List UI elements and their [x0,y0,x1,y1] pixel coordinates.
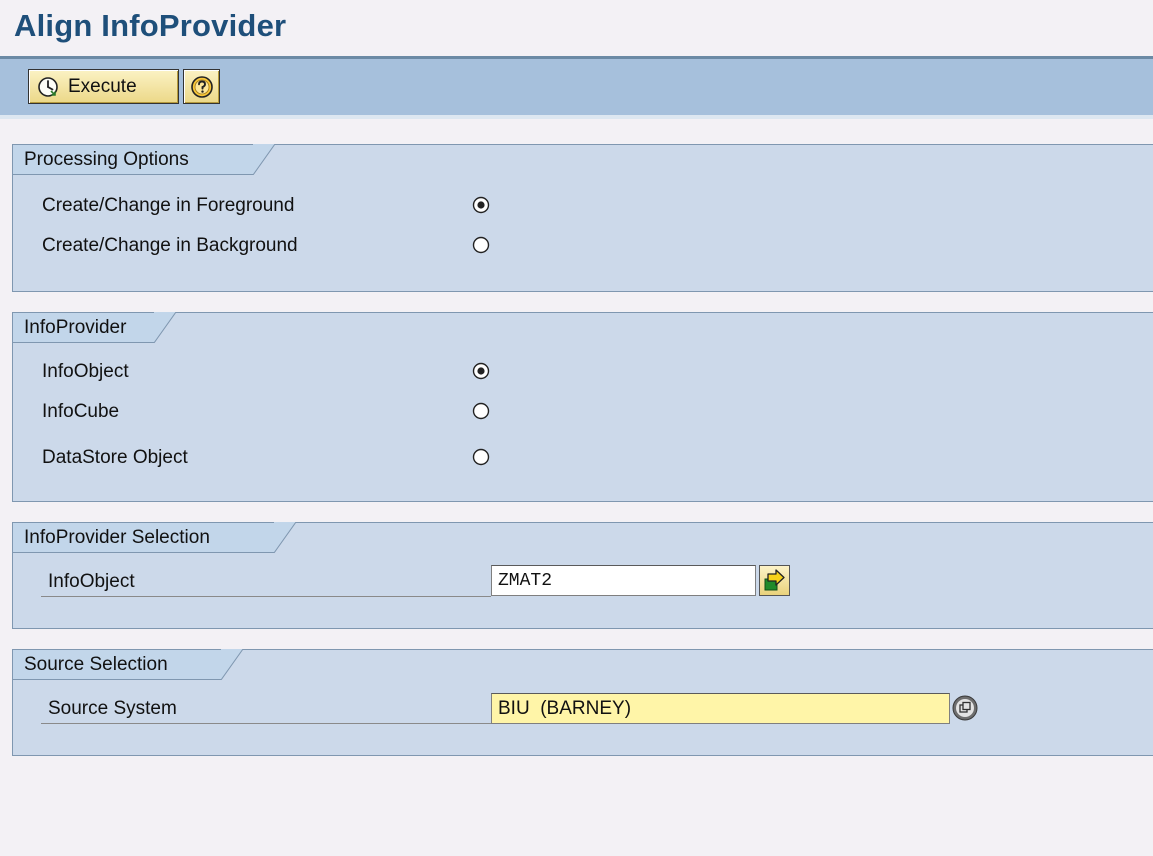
source-system-field-label: Source System [48,698,177,719]
source-selection-group-title: Source Selection [13,649,243,680]
execute-button-label: Execute [68,75,137,97]
radio-infocube[interactable] [472,402,490,420]
processing-options-group-title: Processing Options [13,144,275,175]
infoprovider-group-title: InfoProvider [13,312,176,343]
processing-options-title-text: Processing Options [24,148,189,170]
infoobject-navigate-button[interactable] [759,565,790,596]
infoprovider-selection-group: InfoProvider Selection InfoObject [12,522,1153,629]
radio-background[interactable] [472,236,490,254]
execute-clock-icon [37,76,59,98]
infoobject-field-label-row: InfoObject [41,567,491,597]
page-title: Align InfoProvider [14,8,287,43]
radio-datastore[interactable] [472,448,490,466]
infoprovider-title-text: InfoProvider [24,316,127,338]
infoprovider-group: InfoProvider InfoObject InfoCube DataSto… [12,312,1153,502]
option-infocube-label: InfoCube [42,401,120,422]
toolbar-divider [0,115,1153,119]
application-toolbar: Execute [0,59,1153,115]
value-help-icon [952,695,978,721]
source-selection-group: Source Selection Source System [12,649,1153,756]
option-datastore-label: DataStore Object [42,447,188,468]
group-tab-corner [221,649,243,680]
source-system-input[interactable] [491,693,950,724]
group-tab-corner [154,312,176,343]
radio-infoobject[interactable] [472,362,490,380]
navigate-arrow-icon [764,569,785,591]
option-foreground-label: Create/Change in Foreground [42,195,295,216]
infoprovider-selection-title-text: InfoProvider Selection [24,526,210,548]
source-system-field-label-row: Source System [41,694,491,724]
group-tab-corner [274,522,296,553]
help-question-icon [190,75,214,99]
source-selection-title-text: Source Selection [24,653,168,675]
infoprovider-selection-group-title: InfoProvider Selection [13,522,296,553]
infoobject-field-label: InfoObject [48,571,135,592]
execute-button[interactable]: Execute [28,69,179,104]
option-infoobject-label: InfoObject [42,361,129,382]
option-background-label: Create/Change in Background [42,235,298,256]
infoobject-input[interactable] [491,565,756,596]
help-button[interactable] [183,69,220,104]
source-system-value-help-button[interactable] [952,695,978,721]
processing-options-group: Processing Options Create/Change in Fore… [12,144,1153,292]
group-tab-corner [253,144,275,175]
radio-foreground[interactable] [472,196,490,214]
